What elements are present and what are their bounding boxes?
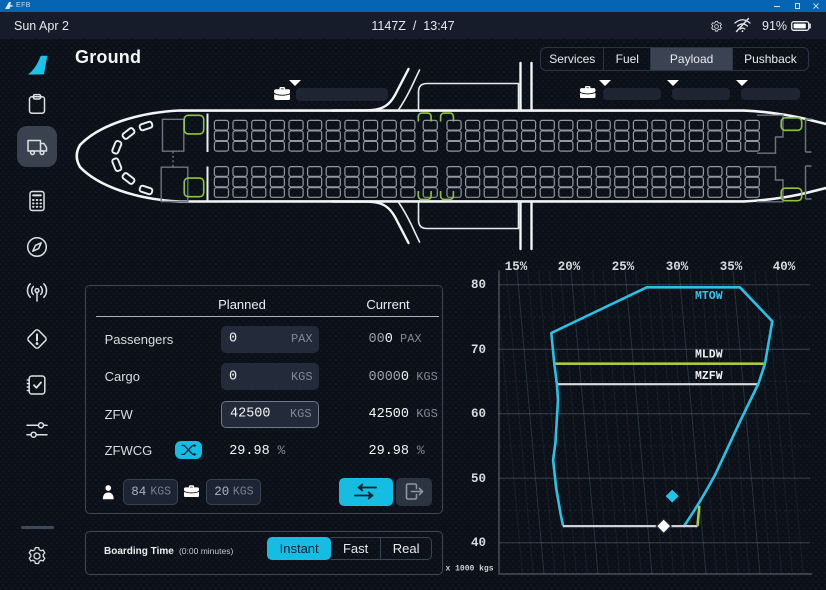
- svg-text:80: 80: [471, 278, 486, 292]
- svg-text:20%: 20%: [558, 260, 581, 274]
- svg-text:70: 70: [471, 343, 486, 357]
- svg-text:15%: 15%: [505, 260, 528, 274]
- svg-text:30%: 30%: [666, 260, 689, 274]
- svg-text:MLDW: MLDW: [695, 349, 723, 362]
- svg-text:MZFW: MZFW: [695, 370, 723, 383]
- svg-text:35%: 35%: [720, 260, 743, 274]
- svg-text:40%: 40%: [773, 260, 796, 274]
- svg-text:25%: 25%: [612, 260, 635, 274]
- svg-text:40: 40: [471, 536, 486, 550]
- svg-text:x 1000 kgs: x 1000 kgs: [446, 564, 494, 573]
- svg-text:MTOW: MTOW: [695, 290, 723, 303]
- svg-text:50: 50: [471, 472, 486, 486]
- svg-text:60: 60: [471, 407, 486, 421]
